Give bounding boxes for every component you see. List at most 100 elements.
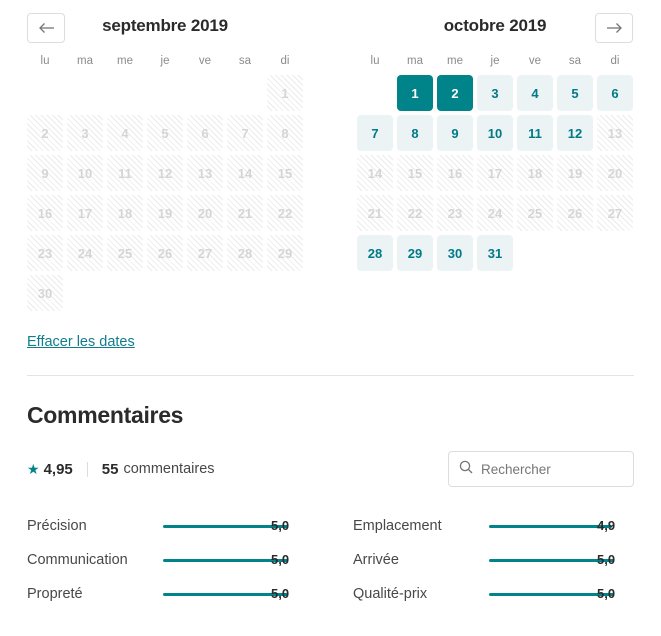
search-box[interactable] (448, 451, 634, 487)
category-bar-wrap: 5,0 (163, 584, 353, 604)
category-rating-row: Arrivée 5,0 (353, 543, 661, 577)
day-cell-11[interactable]: 11 (517, 115, 553, 151)
day-cell-29: 29 (267, 235, 303, 271)
weekday-label: di (280, 55, 290, 67)
day-cell-7: 7 (227, 115, 263, 151)
category-ratings: Précision 5,0 Emplacement 4,9 Communication 5… (27, 509, 634, 611)
weekday-label: sa (568, 55, 582, 67)
weekday-header-previous: lu ma me je ve sa di (0, 52, 330, 70)
category-value: 5,0 (271, 517, 290, 533)
day-cell-9: 9 (27, 155, 63, 191)
day-cell-13: 13 (597, 115, 633, 151)
category-value: 5,0 (597, 551, 616, 567)
reviews-summary: ★ 4,95 55 commentaires (27, 451, 634, 487)
day-cell-9[interactable]: 9 (437, 115, 473, 151)
day-cell-14: 14 (227, 155, 263, 191)
category-value: 5,0 (271, 551, 290, 567)
category-label: Arrivée (353, 552, 399, 568)
arrow-left-icon (38, 22, 55, 34)
category-label: Précision (27, 518, 87, 534)
category-rating-row: Communication 5,0 (27, 543, 353, 577)
search-input[interactable] (481, 461, 623, 477)
day-cell-3: 3 (67, 115, 103, 151)
day-cell-11: 11 (107, 155, 143, 191)
day-cell-18: 18 (107, 195, 143, 231)
day-cell-empty (147, 75, 183, 111)
day-cell-22: 22 (397, 195, 433, 231)
day-grid-current: 1 2 3 4 5 6 7 8 9 10 11 12 13 14 15 16 17 18 19 20 21 22 23 24 2… (330, 75, 660, 271)
weekday-label: sa (238, 55, 252, 67)
day-cell-21: 21 (357, 195, 393, 231)
summary-separator (86, 461, 88, 477)
day-cell-12[interactable]: 12 (557, 115, 593, 151)
previous-month-button[interactable] (27, 13, 65, 43)
day-cell-31[interactable]: 31 (477, 235, 513, 271)
month-header-current: octobre 2019 (330, 0, 660, 52)
category-bar-fill (163, 558, 288, 562)
day-cell-6[interactable]: 6 (597, 75, 633, 111)
weekday-label: di (610, 55, 620, 67)
category-label: Communication (27, 552, 128, 568)
day-cell-15: 15 (397, 155, 433, 191)
month-header-previous: septembre 2019 (0, 0, 330, 52)
category-value: 5,0 (597, 585, 616, 601)
day-cell-2[interactable]: 2 (437, 75, 473, 111)
day-cell-7[interactable]: 7 (357, 115, 393, 151)
rating-value: 4,95 (43, 460, 73, 478)
category-bar-track: 5,0 (163, 552, 289, 567)
day-cell-17: 17 (477, 155, 513, 191)
star-icon: ★ (27, 461, 40, 477)
day-cell-1[interactable]: 1 (397, 75, 433, 111)
reviews-heading: Commentaires (27, 402, 184, 428)
reviews-section: Commentaires ★ 4,95 55 commentaires Préc… (0, 376, 661, 611)
weekday-label: ma (77, 55, 93, 67)
day-cell-26: 26 (557, 195, 593, 231)
category-value: 5,0 (271, 585, 290, 601)
weekday-header-current: lu ma me je ve sa di (330, 52, 660, 70)
day-cell-2: 2 (27, 115, 63, 151)
day-cell-22: 22 (267, 195, 303, 231)
day-cell-26: 26 (147, 235, 183, 271)
next-month-button[interactable] (595, 13, 633, 43)
day-cell-30: 30 (27, 275, 63, 311)
weekday-label: me (447, 55, 463, 67)
day-cell-25: 25 (107, 235, 143, 271)
category-bar-fill (489, 524, 612, 528)
day-cell-29[interactable]: 29 (397, 235, 433, 271)
category-rating-row: Propreté 5,0 (27, 577, 353, 611)
day-cell-3[interactable]: 3 (477, 75, 513, 111)
day-cell-19: 19 (147, 195, 183, 231)
day-cell-10[interactable]: 10 (477, 115, 513, 151)
category-bar-wrap: 5,0 (163, 550, 353, 570)
day-cell-empty (27, 75, 63, 111)
day-cell-30[interactable]: 30 (437, 235, 473, 271)
day-cell-10: 10 (67, 155, 103, 191)
calendar-month-previous: septembre 2019 lu ma me je ve sa di 1234567891… (0, 0, 330, 311)
weekday-label: me (117, 55, 133, 67)
day-cell-20: 20 (597, 155, 633, 191)
category-bar-track: 5,0 (163, 518, 289, 533)
day-cell-13: 13 (187, 155, 223, 191)
category-bar-track: 4,9 (489, 518, 615, 533)
day-cell-27: 27 (187, 235, 223, 271)
weekday-label: je (490, 55, 500, 67)
category-bar-wrap: 5,0 (163, 516, 353, 536)
category-rating-row: Précision 5,0 (27, 509, 353, 543)
day-cell-empty (357, 75, 393, 111)
day-cell-28[interactable]: 28 (357, 235, 393, 271)
weekday-label: je (160, 55, 170, 67)
day-cell-4[interactable]: 4 (517, 75, 553, 111)
day-cell-18: 18 (517, 155, 553, 191)
day-cell-5[interactable]: 5 (557, 75, 593, 111)
day-cell-14: 14 (357, 155, 393, 191)
reviews-count-label: commentaires (123, 461, 215, 477)
clear-dates-link[interactable]: Effacer les dates (27, 334, 135, 350)
arrow-right-icon (606, 22, 623, 34)
day-cell-8[interactable]: 8 (397, 115, 433, 151)
calendar: septembre 2019 lu ma me je ve sa di 1234567891… (0, 0, 661, 311)
rating-group: ★ 4,95 55 commentaires (27, 461, 215, 478)
day-cell-6: 6 (187, 115, 223, 151)
weekday-label: ve (528, 55, 542, 67)
day-cell-27: 27 (597, 195, 633, 231)
category-bar-wrap: 5,0 (489, 584, 661, 604)
